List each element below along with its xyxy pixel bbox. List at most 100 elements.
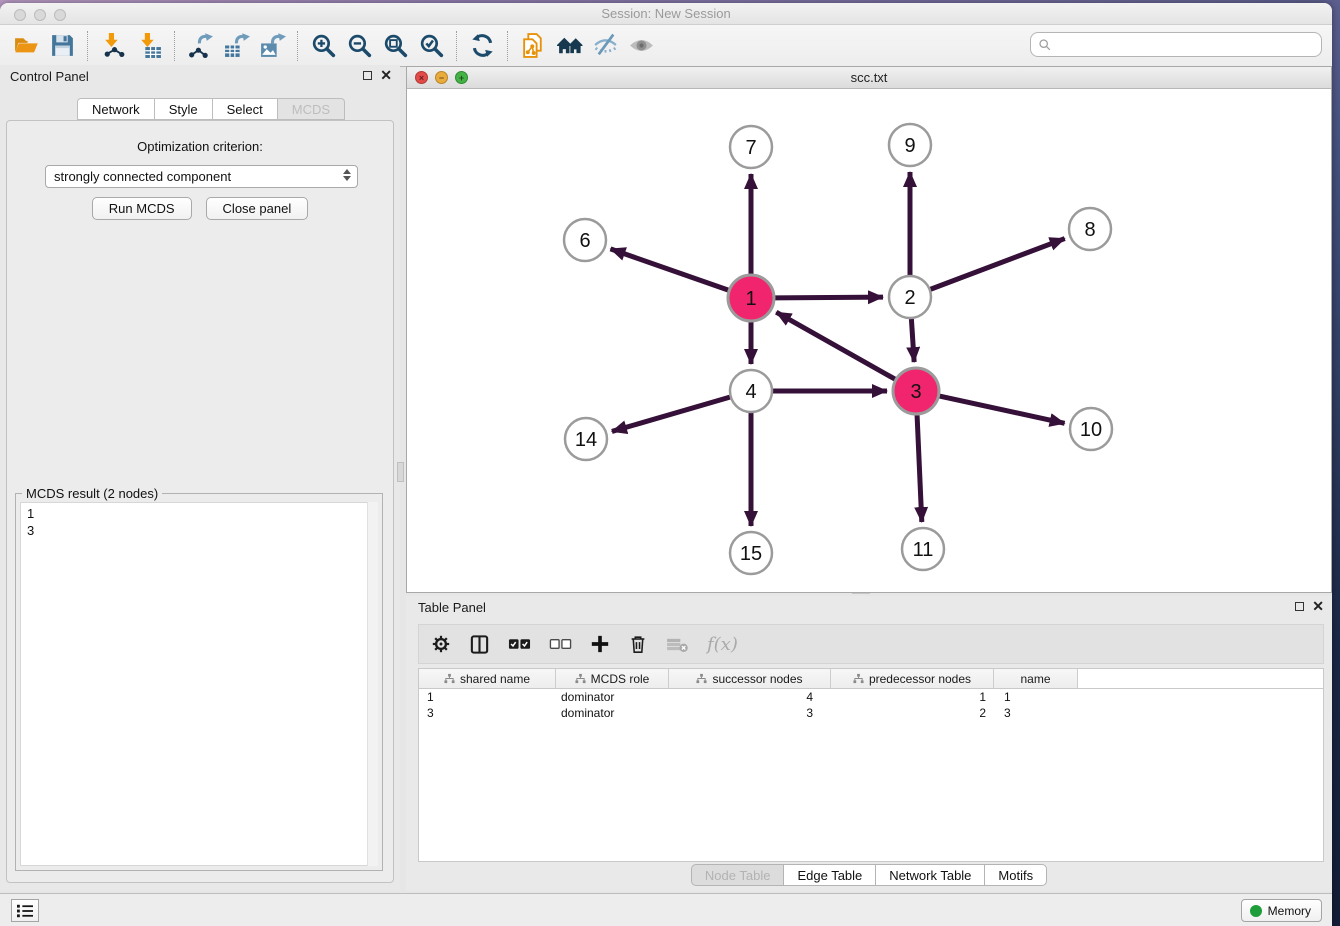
vertical-splitter-handle[interactable] xyxy=(397,462,404,482)
tab-network[interactable]: Network xyxy=(77,98,155,120)
import-network-icon[interactable] xyxy=(95,29,131,63)
zoom-fit-icon[interactable] xyxy=(377,29,413,63)
edge-4-14[interactable] xyxy=(612,397,730,431)
table-cell[interactable]: 2 xyxy=(831,705,994,721)
toolbar-separator xyxy=(297,31,298,61)
delete-column-trash-icon[interactable] xyxy=(628,634,648,654)
tab-node-table[interactable]: Node Table xyxy=(691,864,785,886)
column-header[interactable]: MCDS role xyxy=(556,669,669,688)
edge-3-10[interactable] xyxy=(939,396,1064,423)
criterion-value: strongly connected component xyxy=(54,169,231,184)
zoom-in-icon[interactable] xyxy=(305,29,341,63)
table-cell[interactable]: 3 xyxy=(419,705,556,721)
column-header[interactable]: name xyxy=(994,669,1078,688)
mcds-panel: Optimization criterion: strongly connect… xyxy=(6,120,394,883)
result-scrollbar[interactable] xyxy=(367,502,378,866)
float-panel-icon[interactable] xyxy=(363,71,372,80)
export-table-icon[interactable] xyxy=(218,29,254,63)
table-header-row: shared nameMCDS rolesuccessor nodesprede… xyxy=(419,669,1323,689)
select-all-icon[interactable] xyxy=(508,637,531,651)
graph-node-7[interactable]: 7 xyxy=(730,126,772,168)
mcds-result-text[interactable]: 1 3 xyxy=(20,502,378,866)
window-titlebar: Session: New Session xyxy=(0,3,1332,25)
add-column-icon[interactable] xyxy=(590,634,610,654)
run-mcds-button[interactable]: Run MCDS xyxy=(92,197,192,220)
search-box[interactable] xyxy=(1030,32,1322,57)
import-table-icon[interactable] xyxy=(131,29,167,63)
deselect-all-icon[interactable] xyxy=(549,637,572,651)
toolbar-separator xyxy=(507,31,508,61)
control-panel-header: Control Panel ✕ xyxy=(0,65,400,89)
table-settings-gear-icon[interactable] xyxy=(431,634,451,654)
edge-3-1[interactable] xyxy=(776,312,895,379)
clone-network-icon[interactable] xyxy=(515,29,551,63)
table-row[interactable]: 1dominator411 xyxy=(419,689,1323,705)
node-label: 11 xyxy=(913,539,934,561)
tab-style[interactable]: Style xyxy=(154,98,213,120)
close-panel-button[interactable]: Close panel xyxy=(206,197,309,220)
table-cell[interactable]: dominator xyxy=(556,705,669,721)
edge-2-8[interactable] xyxy=(931,239,1065,290)
graph-node-3[interactable]: 3 xyxy=(893,368,939,414)
float-table-panel-icon[interactable] xyxy=(1295,602,1304,611)
home-views-icon[interactable] xyxy=(551,29,587,63)
zoom-out-icon[interactable] xyxy=(341,29,377,63)
save-icon[interactable] xyxy=(44,29,80,63)
table-cell[interactable]: 1 xyxy=(831,689,994,705)
tab-network-table[interactable]: Network Table xyxy=(875,864,985,886)
node-label: 15 xyxy=(740,543,762,565)
network-canvas[interactable]: 7 9 6 8 1 2 4 3 14 10 15 11 xyxy=(407,89,1331,592)
column-header[interactable]: successor nodes xyxy=(669,669,831,688)
search-input[interactable] xyxy=(1057,38,1314,52)
close-table-panel-icon[interactable]: ✕ xyxy=(1312,601,1324,612)
column-tree-icon xyxy=(853,673,864,684)
memory-status-icon xyxy=(1250,905,1262,917)
table-cell[interactable]: dominator xyxy=(556,689,669,705)
task-history-button[interactable] xyxy=(11,899,39,922)
tab-edge-table[interactable]: Edge Table xyxy=(783,864,876,886)
export-network-icon[interactable] xyxy=(182,29,218,63)
show-columns-icon[interactable] xyxy=(469,634,490,655)
table-cell[interactable]: 3 xyxy=(994,705,1078,721)
search-icon xyxy=(1038,38,1052,52)
memory-button[interactable]: Memory xyxy=(1241,899,1322,922)
table-cell[interactable]: 1 xyxy=(419,689,556,705)
export-image-icon[interactable] xyxy=(254,29,290,63)
tab-mcds[interactable]: MCDS xyxy=(277,98,345,120)
table-cell[interactable]: 3 xyxy=(669,705,831,721)
edge-1-2[interactable] xyxy=(775,297,883,298)
graph-node-4[interactable]: 4 xyxy=(730,370,772,412)
graph-node-8[interactable]: 8 xyxy=(1069,208,1111,250)
column-header[interactable]: shared name xyxy=(419,669,556,688)
column-tree-icon xyxy=(575,673,586,684)
node-label: 7 xyxy=(745,137,756,159)
graph-node-1[interactable]: 1 xyxy=(728,275,774,321)
table-cell[interactable]: 4 xyxy=(669,689,831,705)
graph-node-9[interactable]: 9 xyxy=(889,124,931,166)
edge-2-3[interactable] xyxy=(911,319,914,362)
criterion-dropdown[interactable]: strongly connected component xyxy=(45,165,358,188)
graph-node-10[interactable]: 10 xyxy=(1070,408,1112,450)
graph-node-6[interactable]: 6 xyxy=(564,219,606,261)
hide-panels-icon[interactable] xyxy=(587,29,623,63)
show-panels-icon[interactable] xyxy=(623,29,659,63)
network-frame-titlebar: × − + scc.txt xyxy=(407,67,1331,89)
edge-3-11[interactable] xyxy=(917,415,922,522)
zoom-selected-icon[interactable] xyxy=(413,29,449,63)
table-row[interactable]: 3dominator323 xyxy=(419,705,1323,721)
graph-node-14[interactable]: 14 xyxy=(565,418,607,460)
refresh-icon[interactable] xyxy=(464,29,500,63)
close-panel-icon[interactable]: ✕ xyxy=(380,70,392,81)
tab-select[interactable]: Select xyxy=(212,98,278,120)
column-header[interactable]: predecessor nodes xyxy=(831,669,994,688)
network-frame-title: scc.txt xyxy=(407,70,1331,85)
tab-motifs[interactable]: Motifs xyxy=(984,864,1047,886)
graph-node-2[interactable]: 2 xyxy=(889,276,931,318)
table-panel-header: Table Panel ✕ xyxy=(406,596,1332,620)
open-folder-icon[interactable] xyxy=(8,29,44,63)
table-panel: Table Panel ✕ xyxy=(406,596,1332,891)
graph-node-11[interactable]: 11 xyxy=(902,528,944,570)
edge-1-6[interactable] xyxy=(610,249,728,290)
table-cell[interactable]: 1 xyxy=(994,689,1078,705)
graph-node-15[interactable]: 15 xyxy=(730,532,772,574)
